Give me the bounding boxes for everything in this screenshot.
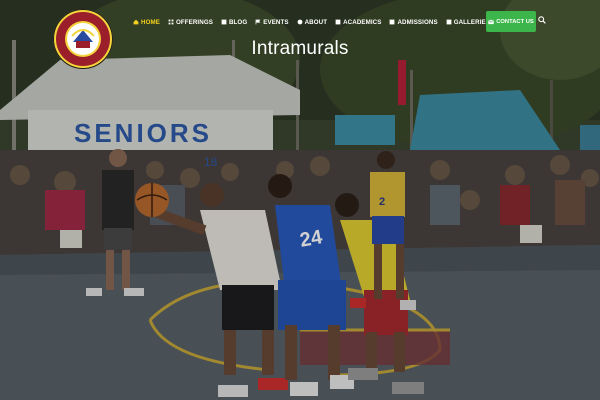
nav-item-label: ADMISSIONS bbox=[397, 18, 438, 26]
nav-item-academics[interactable]: ACADEMICS bbox=[335, 19, 381, 26]
main-nav: HOME OFFERINGS BLOG EVENTS ABOUT ACADEMICS ADM… bbox=[133, 15, 541, 29]
home-icon bbox=[133, 19, 139, 25]
nav-item-label: GALLERIES bbox=[453, 18, 490, 26]
blog-icon bbox=[221, 19, 227, 25]
book-icon bbox=[335, 19, 341, 25]
hero-section: SENIORS 18 2 24 HOME OFFERINGS BLOG EVENTS A… bbox=[0, 0, 600, 400]
page-title: Intramurals bbox=[251, 38, 349, 59]
nav-item-offerings[interactable]: OFFERINGS bbox=[168, 19, 213, 26]
nav-item-label: OFFERINGS bbox=[175, 18, 213, 26]
nav-item-label: ACADEMICS bbox=[343, 18, 382, 26]
contact-us-button[interactable]: CONTACT US bbox=[486, 11, 536, 32]
nav-item-label: BLOG bbox=[228, 18, 248, 26]
nav-item-events[interactable]: EVENTS bbox=[255, 18, 289, 26]
nav-item-label: EVENTS bbox=[263, 18, 289, 26]
grid-icon bbox=[168, 19, 174, 25]
nav-item-blog[interactable]: BLOG bbox=[221, 19, 247, 26]
nav-item-admissions[interactable]: ADMISSIONS bbox=[389, 18, 438, 26]
info-icon bbox=[297, 19, 303, 25]
nav-item-about[interactable]: ABOUT bbox=[297, 19, 328, 26]
contact-us-label: CONTACT US bbox=[496, 18, 534, 25]
admissions-icon bbox=[390, 19, 395, 25]
nav-item-home[interactable]: HOME bbox=[133, 19, 160, 26]
nav-item-galleries[interactable]: GALLERIES bbox=[446, 19, 490, 26]
search-icon[interactable] bbox=[538, 16, 546, 24]
nav-item-label: HOME bbox=[141, 18, 160, 26]
flag-icon bbox=[255, 19, 261, 25]
envelope-icon bbox=[488, 19, 495, 24]
nav-item-label: ABOUT bbox=[304, 18, 328, 26]
gallery-icon bbox=[446, 19, 452, 25]
